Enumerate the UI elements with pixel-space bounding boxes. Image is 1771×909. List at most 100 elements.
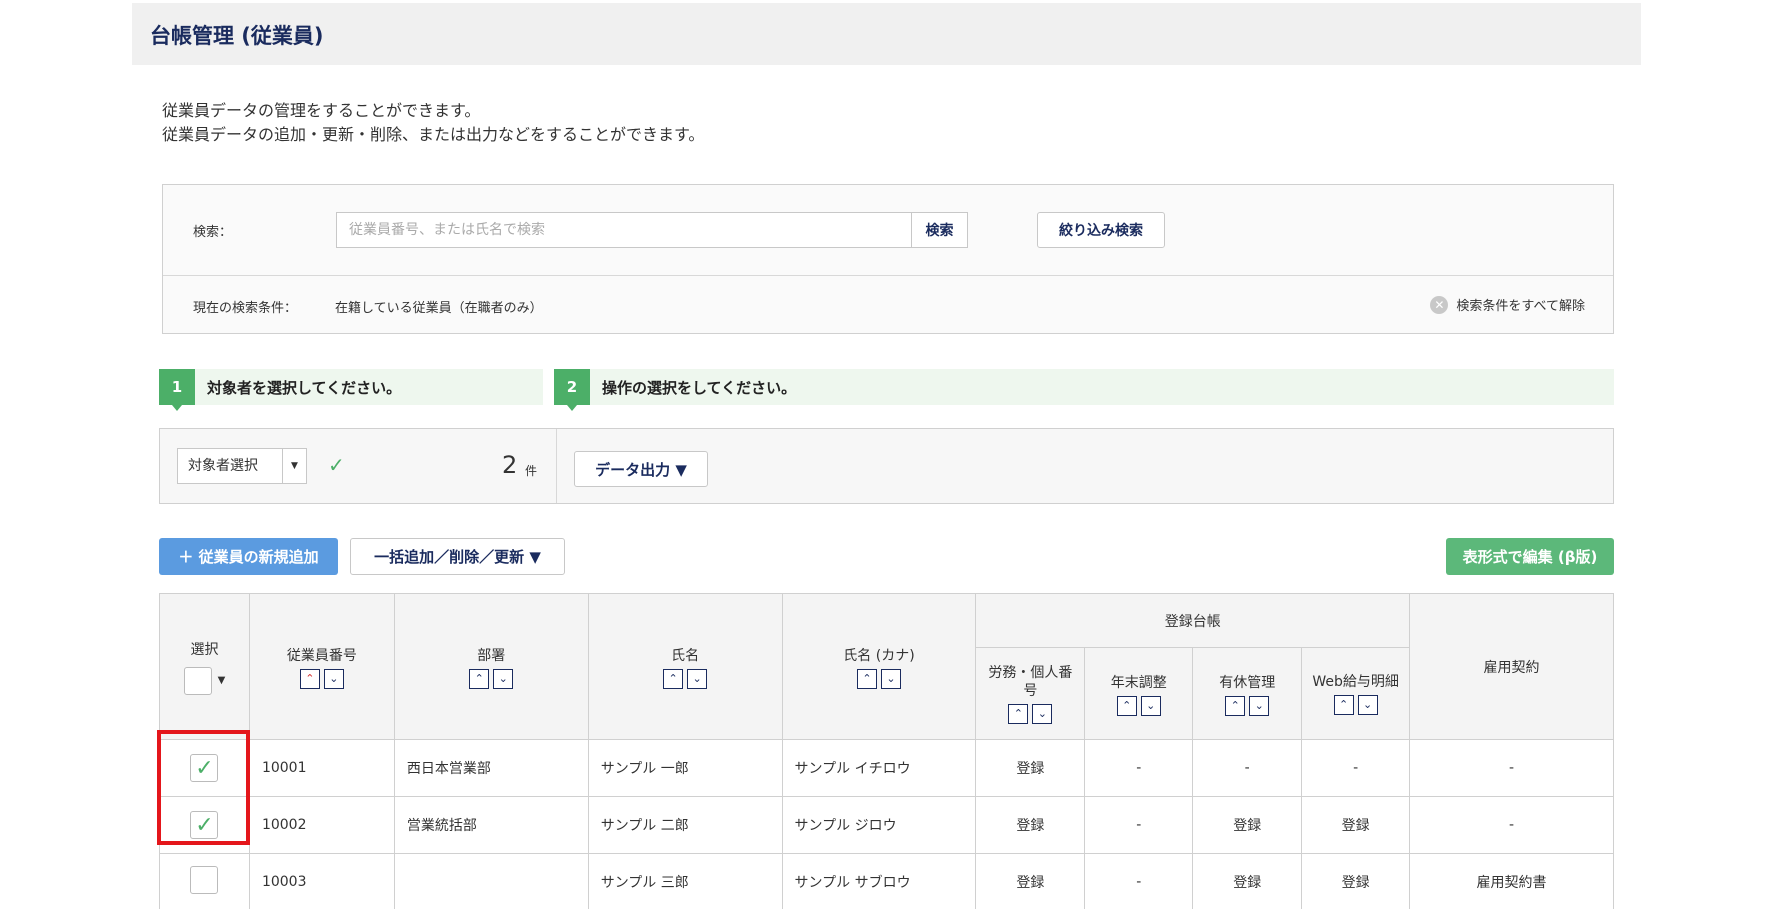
step-1-number: 1 [159,369,195,411]
step-1-banner: 1 対象者を選択してください。 [159,369,543,411]
cell-dept: 営業統括部 [393,796,589,854]
table-row: ✓ 10001 西日本営業部 サンプル 一郎 サンプル イチロウ 登録 - - … [159,739,1614,797]
header-registry: 登録台帳 [975,593,1411,648]
header-select: 選択 ▼ [159,593,250,740]
sort-desc-icon[interactable]: ⌄ [1032,703,1053,724]
row-checkbox[interactable]: ✓ [190,754,219,782]
operation-divider [556,429,557,503]
header-emp-no: 従業員番号 ⌃ ⌄ [248,593,395,740]
sort-desc-icon[interactable]: ⌄ [323,668,344,689]
sort-desc-icon[interactable]: ⌄ [687,668,708,689]
cell-web-pay: - [1301,739,1411,797]
filter-search-button[interactable]: 絞り込み検索 [1037,212,1165,248]
header-year-end: 年末調整 ⌃ ⌄ [1084,647,1194,740]
intro-line-2: 従業員データの追加・更新・削除、または出力などをすることができます。 [162,125,705,144]
condition-value: 在籍している従業員（在職者のみ） [335,301,543,316]
sort-desc-icon[interactable]: ⌄ [1140,695,1161,716]
operation-panel: 対象者選択 ▼ ✓ 2 件 データ出力 ▼ [159,428,1614,504]
sort-asc-icon[interactable]: ⌃ [663,668,684,689]
header-kana-label: 氏名 (カナ) [843,647,915,664]
row-select-cell: ✓ [159,739,250,797]
cell-kana: サンプル サブロウ [781,853,977,909]
cell-dept [393,853,589,909]
header-year-end-label: 年末調整 [1110,674,1167,691]
search-input[interactable] [337,213,911,247]
clear-conditions-label: 検索条件をすべて解除 [1456,299,1585,314]
cell-leave[interactable]: 登録 [1192,796,1303,854]
sort-asc-icon[interactable]: ⌃ [1116,695,1137,716]
sort-asc-icon[interactable]: ⌃ [299,668,320,689]
search-panel: 検索： 検索 絞り込み検索 現在の検索条件： 在籍している従業員（在職者のみ） … [162,184,1614,334]
header-labor-label: 労務・個人番号 [988,664,1073,699]
cell-name: サンプル 一郎 [587,739,783,797]
clear-conditions-link[interactable]: ✕ 検索条件をすべて解除 [1430,295,1585,314]
search-button[interactable]: 検索 [911,213,967,247]
row-select-cell [159,853,250,909]
page-header: 台帳管理 (従業員) [132,3,1641,65]
row-checkbox[interactable]: ✓ [190,811,219,839]
target-select-label: 対象者選択 [188,458,258,474]
cell-leave[interactable]: 登録 [1192,853,1303,909]
data-export-button[interactable]: データ出力 ▼ [574,451,708,487]
search-label: 検索： [193,225,233,240]
target-select[interactable]: 対象者選択 ▼ [177,448,307,484]
bulk-operation-button[interactable]: 一括追加／削除／更新 ▼ [350,538,565,575]
header-dept: 部署 ⌃ ⌄ [393,593,589,740]
sort-asc-icon[interactable]: ⌃ [1225,695,1246,716]
cell-dept: 西日本営業部 [393,739,589,797]
intro-line-1: 従業員データの管理をすることができます。 [162,101,481,120]
sort-desc-icon[interactable]: ⌄ [493,668,514,689]
step-2-text: 操作の選択をしてください。 [602,378,797,397]
selected-count-unit: 件 [525,464,538,478]
sort-asc-icon[interactable]: ⌃ [856,668,877,689]
cell-labor[interactable]: 登録 [975,796,1086,854]
add-employee-button[interactable]: ＋ 従業員の新規追加 [159,538,338,575]
search-divider [163,275,1613,276]
condition-label: 現在の検索条件： [193,301,298,316]
row-checkbox[interactable] [190,866,219,894]
sort-desc-icon[interactable]: ⌄ [1249,695,1270,716]
cell-labor[interactable]: 登録 [975,853,1086,909]
cell-year-end: - [1084,739,1194,797]
cell-emp-no: 10001 [248,739,395,797]
selected-count: 2 [502,451,518,479]
sort-desc-icon[interactable]: ⌄ [1357,694,1378,715]
header-name: 氏名 ⌃ ⌄ [587,593,783,740]
step-2-number: 2 [554,369,590,411]
step-1-text: 対象者を選択してください。 [207,378,402,397]
intro-text: 従業員データの管理をすることができます。 従業員データの追加・更新・削除、または… [162,99,704,147]
cell-kana: サンプル ジロウ [781,796,977,854]
chevron-down-icon[interactable]: ▼ [218,675,226,686]
header-select-label: 選択 [190,641,219,658]
header-contract: 雇用契約 [1409,593,1614,740]
header-name-label: 氏名 [671,647,700,664]
row-select-cell: ✓ [159,796,250,854]
cell-contract[interactable]: 雇用契約書 [1409,853,1614,909]
cell-leave: - [1192,739,1303,797]
cell-emp-no: 10003 [248,853,395,909]
table-edit-button[interactable]: 表形式で編集 (β版) [1446,538,1614,575]
cell-web-pay[interactable]: 登録 [1301,796,1411,854]
cell-name: サンプル 二郎 [587,796,783,854]
cell-kana: サンプル イチロウ [781,739,977,797]
sort-asc-icon[interactable]: ⌃ [469,668,490,689]
cell-year-end: - [1084,853,1194,909]
select-all-checkbox[interactable] [183,666,212,695]
cell-web-pay[interactable]: 登録 [1301,853,1411,909]
check-icon: ✓ [328,453,345,477]
header-kana: 氏名 (カナ) ⌃ ⌄ [781,593,977,740]
cell-name: サンプル 三郎 [587,853,783,909]
cell-contract: - [1409,796,1614,854]
sort-asc-icon[interactable]: ⌃ [1333,694,1354,715]
header-labor: 労務・個人番号 ⌃ ⌄ [975,647,1086,740]
cell-labor[interactable]: 登録 [975,739,1086,797]
chevron-down-icon: ▼ [282,449,306,483]
cell-emp-no: 10002 [248,796,395,854]
header-leave-label: 有休管理 [1219,674,1276,691]
header-web-pay-label: Web給与明細 [1312,673,1399,690]
cell-contract: - [1409,739,1614,797]
table-row: ✓ 10002 営業統括部 サンプル 二郎 サンプル ジロウ 登録 - 登録 登… [159,796,1614,854]
employee-table: 選択 ▼ 従業員番号 ⌃ ⌄ 部署 ⌃ ⌄ 氏名 ⌃ ⌄ 氏名 (カナ) ⌃ ⌄ 登録台… [159,593,1614,909]
sort-asc-icon[interactable]: ⌃ [1008,703,1029,724]
sort-desc-icon[interactable]: ⌄ [880,668,901,689]
